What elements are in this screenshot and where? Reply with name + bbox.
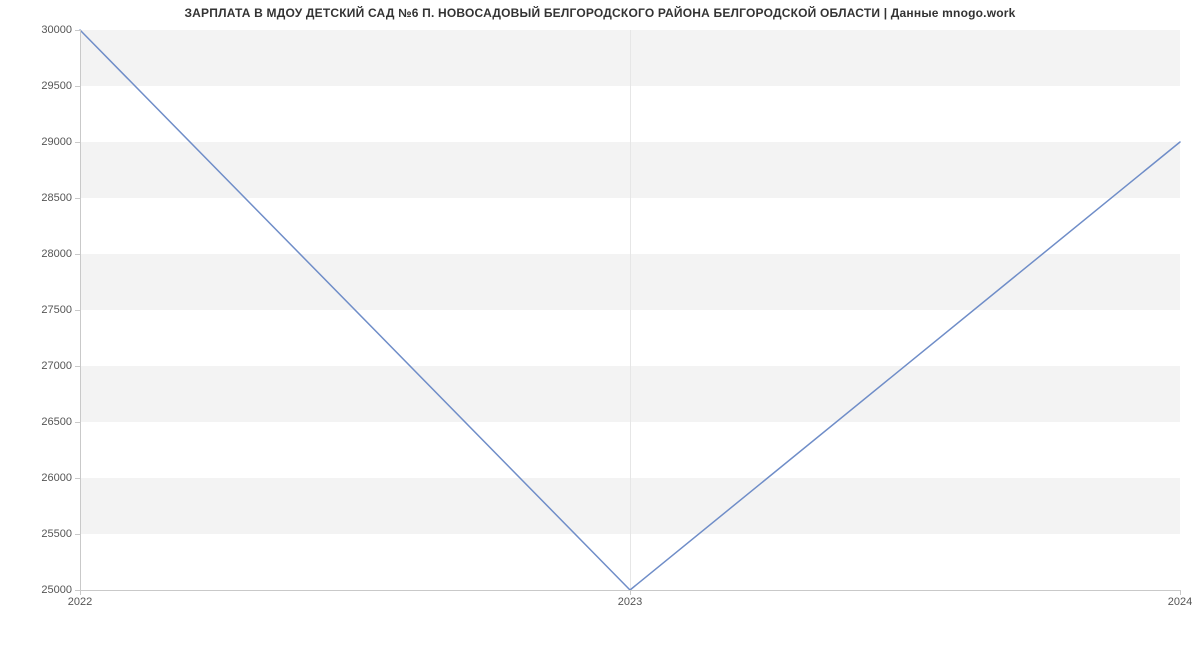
y-tick-label: 26500: [12, 416, 72, 428]
chart-title: ЗАРПЛАТА В МДОУ ДЕТСКИЙ САД №6 П. НОВОСА…: [0, 6, 1200, 20]
y-tick-mark: [75, 422, 80, 423]
y-tick-mark: [75, 198, 80, 199]
y-axis: [80, 30, 81, 590]
x-tick-mark: [630, 590, 631, 595]
y-tick-label: 29500: [12, 80, 72, 92]
y-tick-label: 25500: [12, 528, 72, 540]
y-tick-label: 28000: [12, 248, 72, 260]
y-tick-label: 28500: [12, 192, 72, 204]
x-tick-label: 2024: [1168, 596, 1192, 608]
y-tick-mark: [75, 478, 80, 479]
y-tick-mark: [75, 142, 80, 143]
y-tick-label: 29000: [12, 136, 72, 148]
y-tick-label: 27000: [12, 360, 72, 372]
y-tick-label: 25000: [12, 584, 72, 596]
line-series: [80, 30, 1180, 590]
y-tick-label: 26000: [12, 472, 72, 484]
y-tick-label: 27500: [12, 304, 72, 316]
y-tick-mark: [75, 310, 80, 311]
y-tick-mark: [75, 254, 80, 255]
x-tick-label: 2023: [618, 596, 642, 608]
x-tick-mark: [1180, 590, 1181, 595]
x-tick-label: 2022: [68, 596, 92, 608]
y-tick-label: 30000: [12, 24, 72, 36]
plot-area: [80, 30, 1180, 590]
y-tick-mark: [75, 86, 80, 87]
chart-container: ЗАРПЛАТА В МДОУ ДЕТСКИЙ САД №6 П. НОВОСА…: [0, 0, 1200, 650]
y-tick-mark: [75, 534, 80, 535]
y-tick-mark: [75, 366, 80, 367]
x-tick-mark: [80, 590, 81, 595]
y-tick-mark: [75, 30, 80, 31]
